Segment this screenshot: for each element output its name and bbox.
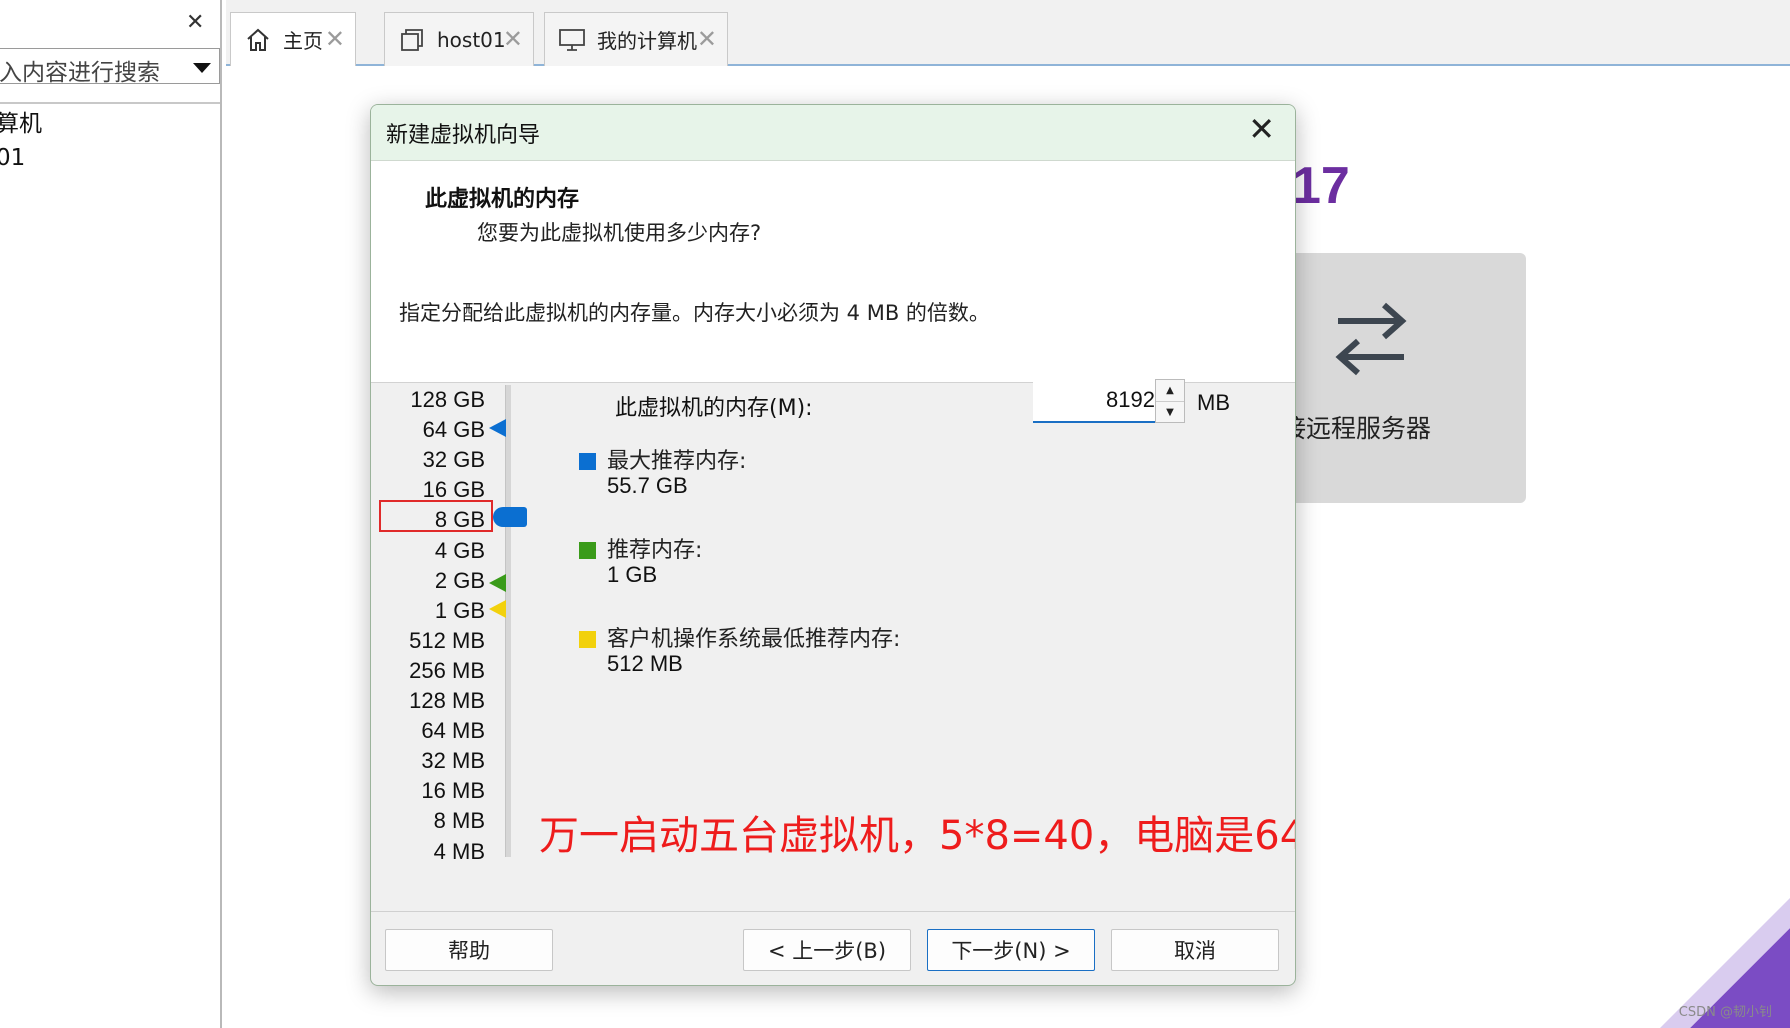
memory-scale-label: 4 MB: [433, 838, 485, 864]
max-recommended-marker-icon: [489, 419, 506, 437]
home-icon: [243, 25, 273, 55]
tab-close-icon[interactable]: ✕: [697, 27, 717, 51]
library-panel: ✕ 入内容进行搜索 算机 01: [0, 0, 222, 1028]
back-button[interactable]: < 上一步(B): [743, 929, 911, 971]
new-vm-wizard-dialog: 新建虚拟机向导 ✕ 此虚拟机的内存 您要为此虚拟机使用多少内存? 指定分配给此虚…: [370, 104, 1296, 986]
tab-my-computer[interactable]: 我的计算机 ✕: [544, 12, 728, 66]
tree-item-host01[interactable]: 01: [0, 142, 220, 176]
product-version-text: 17: [1292, 157, 1350, 215]
memory-scale-label: 4 GB: [434, 537, 485, 563]
tab-bar: 主页 ✕ host01 ✕ 我的计算机 ✕: [226, 0, 1790, 66]
tab-my-computer-label: 我的计算机: [597, 29, 697, 53]
memory-scale-label: 512 MB: [409, 627, 485, 653]
memory-scale-label: 16 MB: [421, 778, 485, 804]
dialog-titlebar: 新建虚拟机向导 ✕: [371, 105, 1295, 161]
swap-arrows-icon: [1328, 295, 1414, 385]
footer-divider: [371, 911, 1295, 912]
vm-icon: [397, 25, 427, 55]
tab-close-icon[interactable]: ✕: [503, 27, 523, 51]
tab-host01-label: host01: [437, 27, 506, 52]
computer-icon: [557, 25, 587, 55]
dialog-title: 新建虚拟机向导: [386, 123, 541, 148]
connect-remote-server-tile[interactable]: 连接远程服务器: [1256, 253, 1526, 503]
memory-scale-label: 128 GB: [410, 387, 485, 412]
dialog-close-icon[interactable]: ✕: [1248, 113, 1275, 145]
memory-scale-label: 64 MB: [421, 718, 485, 744]
wizard-header: 此虚拟机的内存 您要为此虚拟机使用多少内存?: [371, 161, 1295, 383]
min-recommended-label: 客户机操作系统最低推荐内存:: [607, 627, 901, 652]
recommended-label: 推荐内存:: [607, 538, 703, 563]
recommended-square-icon: [579, 542, 596, 559]
recommended-value: 1 GB: [607, 562, 658, 587]
max-recommended-square-icon: [579, 453, 596, 470]
memory-size-input[interactable]: [1033, 379, 1157, 421]
library-search-placeholder: 入内容进行搜索: [0, 60, 160, 86]
tab-host01[interactable]: host01 ✕: [384, 12, 534, 66]
min-recommended-marker-icon: [489, 600, 506, 618]
selected-scale-highlight: [379, 500, 493, 532]
memory-scale-label: 256 MB: [409, 657, 485, 683]
library-tree: 算机 01: [0, 102, 220, 176]
library-search-input[interactable]: 入内容进行搜索: [0, 48, 220, 86]
memory-input-wrapper: [1033, 379, 1159, 423]
memory-scale-label: 2 GB: [434, 567, 485, 593]
memory-field-label: 此虚拟机的内存(M):: [615, 396, 813, 421]
tab-home[interactable]: 主页 ✕: [230, 12, 356, 66]
spin-down-icon[interactable]: ▼: [1156, 401, 1184, 422]
memory-unit-label: MB: [1197, 390, 1230, 415]
max-recommended-value: 55.7 GB: [607, 473, 688, 498]
memory-scale-label: 128 MB: [409, 688, 485, 713]
red-annotation-text: 万一启动五台虚拟机，5*8=40，电脑是64G内存: [539, 813, 1295, 859]
wizard-page-subtitle: 您要为此虚拟机使用多少内存?: [477, 221, 762, 245]
memory-spinner: ▲ ▼: [1155, 379, 1185, 423]
tree-item-my-computer[interactable]: 算机: [0, 108, 220, 142]
tab-home-label: 主页: [283, 29, 323, 53]
memory-scale-label: 1 GB: [434, 597, 485, 623]
min-recommended-value: 512 MB: [607, 651, 683, 676]
memory-scale-label: 8 MB: [433, 808, 485, 834]
help-button[interactable]: 帮助: [385, 929, 553, 971]
memory-scale-label: 32 GB: [422, 447, 485, 473]
memory-instruction-text: 指定分配给此虚拟机的内存量。内存大小必须为 4 MB 的倍数。: [399, 301, 990, 325]
memory-scale-label: 64 GB: [422, 417, 485, 443]
memory-slider-track[interactable]: [505, 385, 511, 857]
next-button[interactable]: 下一步(N) >: [927, 929, 1095, 971]
memory-slider-thumb[interactable]: [493, 507, 527, 527]
spin-up-icon[interactable]: ▲: [1156, 380, 1184, 401]
cancel-button[interactable]: 取消: [1111, 929, 1279, 971]
min-recommended-square-icon: [579, 631, 596, 648]
watermark-text: CSDN @韧小钊: [1678, 1005, 1772, 1020]
max-recommended-label: 最大推荐内存:: [607, 449, 747, 474]
dropdown-arrow-icon[interactable]: [193, 63, 211, 73]
memory-scale-label: 32 MB: [421, 748, 485, 774]
library-close-icon[interactable]: ✕: [186, 12, 204, 34]
tab-close-icon[interactable]: ✕: [325, 27, 345, 51]
wizard-page-title: 此虚拟机的内存: [425, 186, 580, 212]
recommended-marker-icon: [489, 574, 506, 592]
